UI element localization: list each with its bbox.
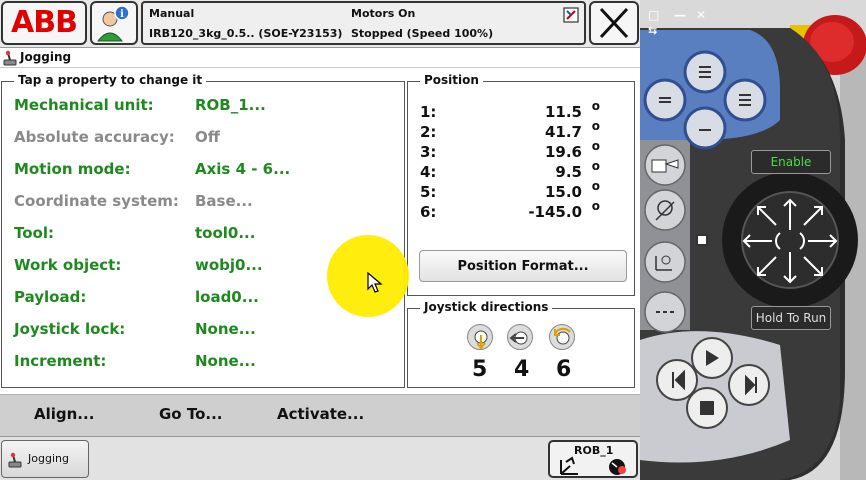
close-button[interactable] [589,1,639,45]
abb-menu-button[interactable]: ABB [1,1,87,45]
property-absolute-accuracy: Absolute accuracy: Off [14,128,394,152]
joystick-icon [3,50,17,66]
abb-logo: ABB [11,5,78,40]
preset-button-3[interactable] [738,92,752,108]
property-label: Coordinate system: [14,192,179,210]
hold-to-run-button[interactable]: Hold To Run [751,306,831,330]
joystick-horizontal-icon [507,324,533,350]
robot-axes-icon [560,456,578,475]
property-tool[interactable]: Tool: tool0... [14,224,394,248]
joystick-directions-title: Joystick directions [420,300,553,314]
property-label: Payload: [14,288,87,306]
task-jogging-button[interactable]: Jogging [1,440,89,478]
property-value: None... [195,320,256,338]
property-value: tool0... [195,224,256,242]
view-header: Jogging [0,48,640,68]
property-label: Tool: [14,224,54,242]
page-title: Jogging [20,50,72,64]
preset-button-4[interactable] [698,122,712,138]
motors-state: Motors On [351,7,416,20]
joystick-axis-label: 4 [514,357,530,382]
program-state: Stopped (Speed 100%) [351,27,494,40]
expand-icon[interactable]: ⇆ [648,24,657,37]
position-row: 6: -145.0 o [420,199,600,221]
task-bar: Jogging ROB_1 [0,436,640,480]
command-bar: Align... Go To... Activate... [0,394,640,436]
enable-button[interactable]: Enable [751,150,831,174]
property-value: Base... [195,192,253,210]
property-label: Absolute accuracy: [14,128,175,146]
property-label: Mechanical unit: [14,96,154,114]
operating-mode: Manual [149,7,195,20]
event-log-button[interactable]: i [90,1,138,45]
preset-button-1[interactable] [698,64,712,80]
preset-button-2[interactable] [658,92,672,108]
property-joystick-lock[interactable]: Joystick lock: None... [14,320,394,344]
top-bar: ABB i Manual IRB120_3kg_0.5.. (SOE-Y2315… [0,0,640,48]
close-icon[interactable]: ✕ [696,8,706,22]
flexpendant-device: □ — ✕ ⇆ Enable Hold To Run [640,0,866,480]
minimize-icon[interactable]: — [674,8,686,22]
position-row: 3: 19.6 o [420,139,600,161]
quickset-icon[interactable] [563,7,579,23]
property-value: wobj0... [195,256,263,274]
system-name: IRB120_3kg_0.5.. (SOE-Y23153) [149,27,343,40]
joystick-rotate-icon [549,324,575,350]
property-value: ROB_1... [195,96,266,114]
property-value: None... [195,352,256,370]
property-label: Increment: [14,352,107,370]
goto-button[interactable]: Go To... [159,405,222,423]
close-icon [599,7,629,39]
property-value: Off [195,128,220,146]
activate-button[interactable]: Activate... [277,405,364,423]
position-format-button[interactable]: Position Format... [419,250,627,282]
property-mechanical-unit[interactable]: Mechanical unit: ROB_1... [14,96,394,120]
motion-mode-icon[interactable] [652,198,678,222]
property-label: Work object: [14,256,122,274]
mouse-pointer-icon [367,272,383,293]
device-window-controls: □ — ✕ ⇆ [640,0,866,37]
property-coordinate-system: Coordinate system: Base... [14,192,394,216]
user-info-icon: i [96,5,130,42]
svg-text:i: i [120,9,124,20]
status-bar[interactable]: Manual IRB120_3kg_0.5.. (SOE-Y23153) Mot… [141,1,586,45]
joystick-axis-label: 6 [556,357,572,382]
joystick-icon [8,452,22,468]
property-value: Axis 4 - 6... [195,160,291,178]
position-group-title: Position [420,73,483,87]
position-row: 4: 9.5 o [420,159,600,181]
flexpendant-screen: ABB i Manual IRB120_3kg_0.5.. (SOE-Y2315… [0,0,640,480]
align-button[interactable]: Align... [34,405,94,423]
device-body [640,0,866,480]
increment-icon[interactable] [654,304,676,320]
properties-group-title: Tap a property to change it [14,73,207,87]
position-row: 1: 11.5 o [420,99,600,121]
joystick-vertical-icon [467,324,493,350]
joystick-axis-label: 5 [472,357,488,382]
property-label: Joystick lock: [14,320,126,338]
quickset-robot-button[interactable]: ROB_1 [548,440,638,478]
linear-reorient-icon[interactable] [652,250,678,274]
property-motion-mode[interactable]: Motion mode: Axis 4 - 6... [14,160,394,184]
property-label: Motion mode: [14,160,131,178]
joystick-indicator [696,234,708,246]
mechanical-unit-select-icon[interactable] [650,154,680,176]
position-row: 5: 15.0 o [420,179,600,201]
properties-group: Tap a property to change it Mechanical u… [1,73,405,388]
property-value: load0... [195,288,259,306]
restore-icon[interactable]: □ [648,8,659,22]
position-row: 2: 41.7 o [420,119,600,141]
property-increment[interactable]: Increment: None... [14,352,394,376]
speed-icon [609,459,626,475]
joystick-directions-group: Joystick directions 5 4 6 [407,300,635,388]
